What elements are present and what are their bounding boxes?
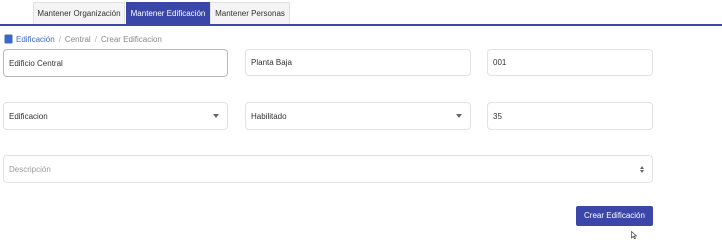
tab-mantener-organizacion[interactable]: Mantener Organización [33, 2, 125, 24]
top-tab-bar: Mantener Organización Mantener Edificaci… [0, 0, 722, 26]
tipo-value: Edificacion [9, 111, 48, 121]
cantidad-field[interactable]: 35 [487, 102, 653, 130]
building-icon [4, 34, 13, 44]
estado-value: Habilitado [251, 111, 287, 121]
breadcrumb: Edificación / Central / Crear Edificacio… [4, 34, 162, 44]
tab-mantener-edificacion[interactable]: Mantener Edificación [126, 2, 210, 26]
chevron-down-icon [213, 114, 219, 118]
planta-field[interactable]: Planta Baja [245, 49, 471, 76]
codigo-field[interactable]: 001 [487, 49, 653, 76]
tab-mantener-personas[interactable]: Mantener Personas [210, 2, 290, 24]
cantidad-value: 35 [493, 111, 502, 121]
chevron-down-icon [456, 114, 462, 118]
breadcrumb-central: Central [64, 34, 91, 44]
updown-arrows-icon[interactable] [640, 165, 644, 173]
descripcion-field[interactable]: Descripción [3, 155, 653, 183]
planta-value: Planta Baja [251, 58, 292, 67]
estado-select[interactable]: Habilitado [245, 102, 471, 130]
breadcrumb-separator: / [94, 34, 97, 44]
breadcrumb-edificacion[interactable]: Edificación [16, 35, 55, 44]
tipo-select[interactable]: Edificacion [3, 102, 228, 130]
descripcion-placeholder: Descripción [9, 164, 51, 174]
crear-edificacion-button[interactable]: Crear Edificación [576, 206, 653, 226]
nombre-value: Edificio Central [9, 58, 63, 68]
breadcrumb-separator: / [58, 34, 61, 44]
breadcrumb-crear-edificacion: Crear Edificacion [100, 34, 162, 44]
nombre-field[interactable]: Edificio Central [3, 49, 228, 77]
mouse-cursor-icon [631, 231, 638, 239]
codigo-value: 001 [493, 58, 507, 67]
